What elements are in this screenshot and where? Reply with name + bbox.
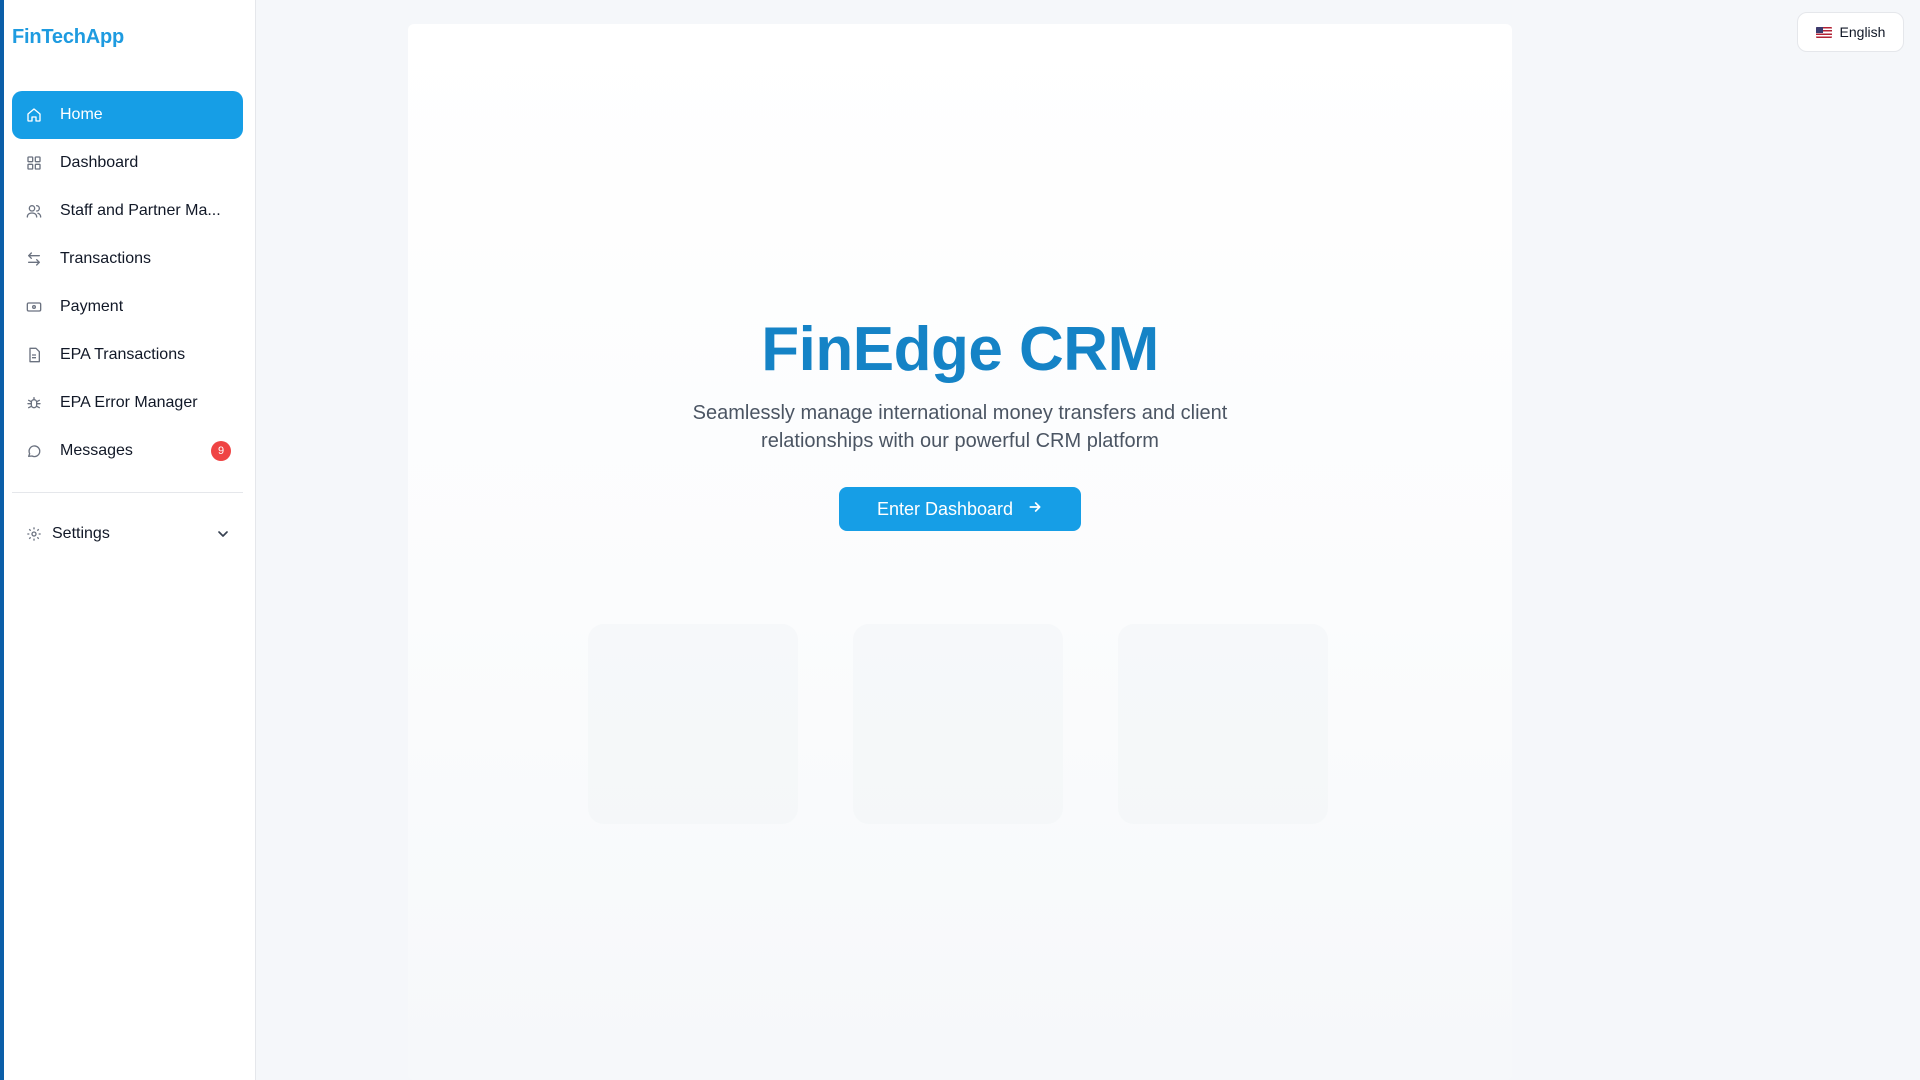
- sidebar-item-label: Settings: [52, 525, 110, 542]
- placeholder-card: [1118, 624, 1328, 824]
- language-label: English: [1839, 24, 1886, 40]
- page-title: FinEdge CRM: [761, 315, 1159, 384]
- sidebar-item-settings[interactable]: Settings: [12, 510, 243, 558]
- hero-card: FinEdge CRM Seamlessly manage internatio…: [408, 24, 1512, 1080]
- sidebar-item-dashboard[interactable]: Dashboard: [12, 139, 243, 187]
- enter-dashboard-button[interactable]: Enter Dashboard: [839, 487, 1081, 531]
- sidebar: FinTechApp Home Dashboard Staff and Part…: [4, 0, 256, 1080]
- sidebar-item-label: EPA Transactions: [60, 346, 186, 363]
- sidebar-item-label: Transactions: [60, 250, 151, 267]
- sidebar-item-label: Dashboard: [60, 154, 139, 171]
- sidebar-item-label: Staff and Partner Ma...: [60, 202, 221, 219]
- placeholder-card: [588, 624, 798, 824]
- users-icon: [24, 201, 44, 221]
- brand-logo[interactable]: FinTechApp: [12, 26, 124, 49]
- banknote-icon: [24, 297, 44, 317]
- sidebar-item-epa-transactions[interactable]: EPA Transactions: [12, 331, 243, 379]
- placeholder-card: [853, 624, 1063, 824]
- gear-icon: [24, 524, 44, 544]
- sidebar-item-messages[interactable]: Messages 9: [12, 427, 243, 475]
- sidebar-nav: Home Dashboard Staff and Partner Ma... T…: [12, 91, 243, 475]
- sidebar-item-transactions[interactable]: Transactions: [12, 235, 243, 283]
- sidebar-item-epa-error-manager[interactable]: EPA Error Manager: [12, 379, 243, 427]
- sidebar-item-label: EPA Error Manager: [60, 394, 198, 411]
- page-subtitle: Seamlessly manage international money tr…: [692, 402, 1228, 452]
- chevron-down-icon: [215, 526, 231, 542]
- enter-dashboard-label: Enter Dashboard: [876, 498, 1014, 519]
- sidebar-item-label: Messages: [60, 442, 133, 459]
- message-icon: [24, 441, 44, 461]
- unread-count-badge: 9: [211, 441, 231, 461]
- arrows-exchange-icon: [24, 249, 44, 269]
- sidebar-item-payment[interactable]: Payment: [12, 283, 243, 331]
- sidebar-item-home[interactable]: Home: [12, 91, 243, 139]
- document-icon: [24, 345, 44, 365]
- bug-icon: [24, 393, 44, 413]
- us-flag-icon: [1815, 26, 1832, 38]
- language-selector[interactable]: English: [1797, 12, 1904, 52]
- grid-icon: [24, 153, 44, 173]
- sidebar-item-label: Home: [60, 106, 103, 123]
- home-icon: [24, 105, 44, 125]
- sidebar-item-label: Payment: [60, 298, 124, 315]
- sidebar-divider: [12, 492, 243, 493]
- sidebar-item-staff-partner[interactable]: Staff and Partner Ma...: [12, 187, 243, 235]
- arrow-right-icon: [1027, 499, 1043, 520]
